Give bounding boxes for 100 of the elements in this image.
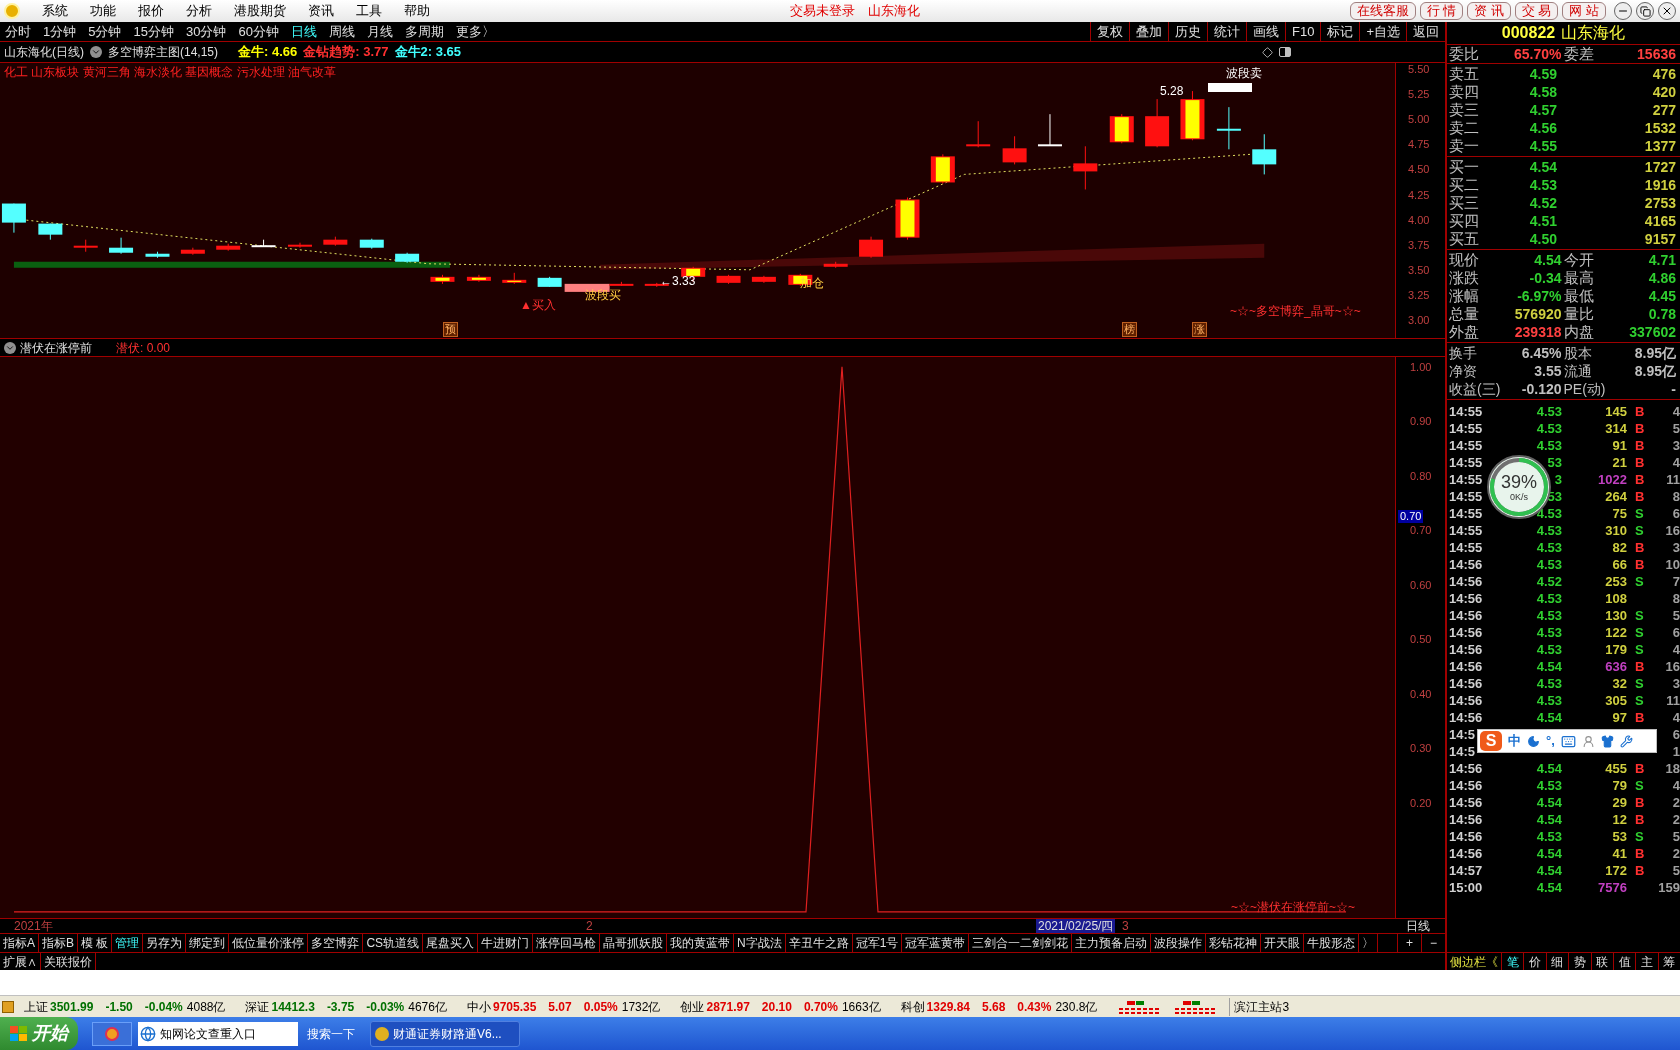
candle [859, 236, 884, 259]
period-tab[interactable]: 1分钟 [43, 21, 77, 42]
period-tab[interactable]: 30分钟 [185, 21, 227, 42]
tick-price: 4.53 [1535, 538, 1562, 557]
index-amount: 230.8亿 [1055, 998, 1098, 1016]
search-button[interactable]: 搜索一下 [304, 1021, 358, 1046]
order-price: 4.57 [1528, 100, 1557, 120]
candle [823, 261, 848, 269]
order-volume: 1532 [1644, 118, 1677, 138]
chart-annotation: ←3.33 [660, 274, 696, 288]
order-price: 4.54 [1528, 157, 1557, 177]
restore-icon[interactable] [1636, 2, 1654, 20]
tool-button[interactable]: 画线 [1246, 22, 1285, 41]
menu-item[interactable]: 报价 [138, 1, 164, 21]
tick-volume: 314 [1604, 419, 1627, 438]
shirt-icon[interactable] [1600, 734, 1614, 748]
service-button[interactable]: 在线客服 [1349, 2, 1416, 20]
order-volume: 2753 [1644, 193, 1677, 213]
menu-item[interactable]: 资讯 [308, 1, 334, 21]
tick-time: 15:00 [1448, 878, 1483, 897]
order-level-label: 卖四 [1449, 81, 1480, 102]
moon-icon[interactable] [1527, 734, 1540, 748]
service-button[interactable]: 行 情 [1419, 2, 1464, 20]
tick-price: 4.54 [1535, 844, 1562, 863]
taskbar-task[interactable]: 财通证券财路通V6... [370, 1020, 520, 1047]
tool-button[interactable]: 叠加 [1129, 22, 1168, 41]
tick-count: 3 [1672, 674, 1680, 693]
user-icon[interactable] [1581, 734, 1595, 748]
period-tab[interactable]: 月线 [366, 21, 393, 42]
menu-item[interactable]: 工具 [356, 1, 382, 21]
chart-annotation: 波段卖 [1226, 66, 1262, 80]
menu-item[interactable]: 功能 [90, 1, 116, 21]
menu-item[interactable]: 系统 [42, 1, 68, 21]
index-name: 深证 [245, 998, 270, 1016]
service-button[interactable]: 交 易 [1514, 2, 1559, 20]
close-icon[interactable] [1658, 2, 1676, 20]
ime-mode[interactable]: 中 [1508, 731, 1521, 751]
minimize-icon[interactable] [1614, 2, 1632, 20]
punctuation-toggle[interactable]: °, [1546, 731, 1555, 751]
tick-volume: 305 [1604, 691, 1627, 710]
order-price: 4.56 [1528, 118, 1557, 138]
dropdown-icon[interactable] [90, 46, 102, 58]
tool-button[interactable]: 历史 [1168, 22, 1207, 41]
tick-time: 14:55 [1448, 504, 1483, 523]
index-value: 3501.99 [50, 998, 94, 1016]
candle [430, 274, 455, 285]
tick-side: S [1635, 776, 1644, 795]
tool-button[interactable]: 复权 [1090, 22, 1129, 41]
tick-price: 4.53 [1535, 402, 1562, 421]
dropdown-icon[interactable] [4, 341, 16, 354]
menu-item[interactable]: 分析 [186, 1, 212, 21]
period-tab[interactable]: 周线 [328, 21, 355, 42]
quick-launch-icon[interactable] [92, 1021, 132, 1046]
quote-label: 最高 [1563, 267, 1594, 288]
period-tab[interactable]: 分时 [5, 21, 31, 42]
tick-side: S [1635, 606, 1644, 625]
tick-price: 4.54 [1535, 793, 1562, 812]
quote-value: 576920 [1514, 304, 1563, 324]
signal-bar [1208, 83, 1252, 92]
tool-button[interactable]: F10 [1285, 22, 1321, 41]
tick-price: 4.53 [1535, 827, 1562, 846]
tick-volume: 108 [1604, 589, 1627, 608]
indicator-title: 潜伏在涨停前 [20, 339, 92, 357]
server-name: 滨江主站3 [1229, 997, 1290, 1016]
period-tab[interactable]: 日线 [290, 21, 317, 42]
menu-item[interactable]: 帮助 [404, 1, 430, 21]
tick-time: 14:56 [1448, 623, 1483, 642]
candle [38, 223, 63, 241]
keyboard-icon[interactable] [1560, 733, 1576, 749]
tick-time: 14:55 [1448, 436, 1483, 455]
period-tab[interactable]: 60分钟 [238, 21, 279, 42]
candle [1073, 145, 1098, 190]
period-tab[interactable]: 15分钟 [133, 21, 174, 42]
axis-label: 0.40 [1410, 687, 1432, 700]
sidebar-toggle[interactable]: 侧边栏《 [1447, 952, 1501, 971]
tick-volume: 41 [1611, 844, 1627, 863]
tool-button[interactable]: 统计 [1207, 22, 1246, 41]
period-tab[interactable]: 多周期 [404, 21, 444, 42]
period-tab[interactable]: 更多〉 [455, 21, 495, 42]
tool-button[interactable]: +自选 [1359, 22, 1406, 41]
service-button[interactable]: 网 站 [1562, 2, 1606, 20]
tick-count: 6 [1672, 623, 1680, 642]
wrench-icon[interactable] [1619, 734, 1633, 748]
service-button[interactable]: 资 讯 [1467, 2, 1511, 20]
order-price: 4.51 [1528, 211, 1557, 231]
tick-volume: 636 [1604, 657, 1627, 676]
period-tab[interactable]: 5分钟 [88, 21, 122, 42]
tool-button[interactable]: 标记 [1320, 22, 1360, 41]
diamond-icon[interactable] [1262, 46, 1273, 58]
address-field[interactable]: 知网论文查重入口 [138, 1021, 298, 1046]
menu-item[interactable]: 港股期货 [234, 1, 286, 21]
tick-count: 16 [1665, 657, 1680, 676]
candle [1216, 106, 1241, 150]
tick-volume: 455 [1604, 759, 1627, 778]
tick-volume: 53 [1611, 827, 1627, 846]
toggle-icon[interactable] [1279, 47, 1291, 57]
quote-label: 涨幅 [1449, 285, 1479, 306]
tick-time: 14:56 [1448, 674, 1483, 693]
quote-label: 委差 [1563, 43, 1594, 64]
tick-volume: 1022 [1597, 470, 1627, 489]
